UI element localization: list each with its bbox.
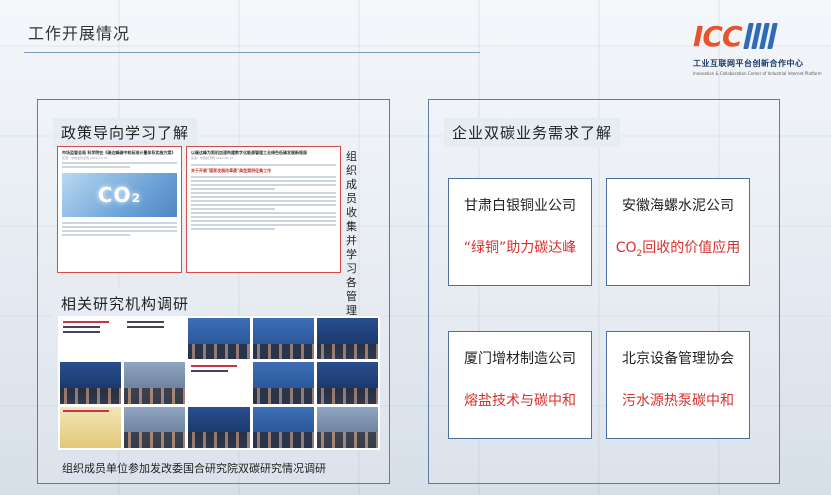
research-photo-collage: [58, 316, 380, 450]
photo-conference: [316, 362, 378, 404]
photo-award: [60, 406, 122, 448]
photo-conference: [252, 318, 314, 360]
logo: ICC 工业互联网平台创新合作中心 Innovation & Collabora…: [693, 20, 823, 82]
company-topic: “绿铜”助力碳达峰: [463, 240, 577, 256]
research-institution-tag: 相关研究机构调研: [53, 289, 198, 318]
company-card-xiamen: 厦门增材制造公司 熔盐技术与碳中和: [448, 331, 592, 439]
enterprise-demand-tag: 企业双碳业务需求了解: [444, 118, 621, 147]
photo-conference: [188, 318, 250, 360]
company-name: 厦门增材制造公司: [464, 351, 576, 367]
doc1-source: 来源：市场监管总局 2022-10-31: [62, 156, 108, 161]
logo-chinese-name: 工业互联网平台创新合作中心: [693, 59, 804, 68]
policy-learning-tag: 政策导向学习了解: [53, 118, 198, 147]
company-topic: 熔盐技术与碳中和: [464, 393, 576, 409]
doc2-title: 以碳达峰为契机加速构建数字化能源管理工业绿色低碳发展新格局: [191, 150, 307, 155]
photo-conference: [252, 406, 314, 448]
title-underline: [24, 52, 480, 53]
policy-document-1: 市场监管总局 科学院在《碳达峰碳中和标准计量体系实施方案》 来源：市场监管总局 …: [57, 146, 182, 273]
co2-cloud-image: CO₂: [62, 173, 177, 218]
doc2-red-title: 关于开展"国家发展改革委"典型案例征集工作: [191, 168, 272, 174]
photo-news-text: [60, 318, 122, 360]
logo-wordmark: ICC: [693, 19, 743, 53]
logo-bars-icon: [742, 23, 778, 49]
company-topic: CO2回收的价值应用: [615, 240, 741, 259]
policy-document-2: 以碳达峰为契机加速构建数字化能源管理工业绿色低碳发展新格局 来源：中国经济网 2…: [186, 146, 341, 273]
research-caption: 组织成员单位参加发改委国合研究院双碳研究情况调研: [62, 462, 326, 475]
photo-conference: [252, 362, 314, 404]
photo-conference: [60, 362, 122, 404]
photo-conference: [124, 362, 186, 404]
page-title: 工作开展情况: [28, 24, 131, 43]
doc2-source: 来源：中国经济网 2022-06-17: [191, 156, 234, 161]
company-card-beijing: 北京设备管理协会 污水源热泵碳中和: [606, 331, 750, 439]
logo-mark: ICC: [693, 19, 823, 53]
company-name: 安徽海螺水泥公司: [622, 198, 734, 214]
company-topic: 污水源热泵碳中和: [622, 393, 734, 409]
photo-news-text: [124, 318, 186, 360]
photo-conference: [316, 318, 378, 360]
photo-news-text: [188, 362, 250, 404]
company-card-anhui: 安徽海螺水泥公司 CO2回收的价值应用: [606, 178, 750, 286]
company-name: 甘肃白银铜业公司: [464, 198, 576, 214]
logo-english-name: Innovation & Collaboration Center of Ind…: [693, 71, 822, 76]
photo-conference: [188, 406, 250, 448]
company-card-gansu: 甘肃白银铜业公司 “绿铜”助力碳达峰: [448, 178, 592, 286]
doc1-title: 市场监管总局 科学院在《碳达峰碳中和标准计量体系实施方案》: [62, 150, 176, 155]
photo-conference: [316, 406, 378, 448]
photo-conference: [124, 406, 186, 448]
company-name: 北京设备管理协会: [622, 351, 734, 367]
